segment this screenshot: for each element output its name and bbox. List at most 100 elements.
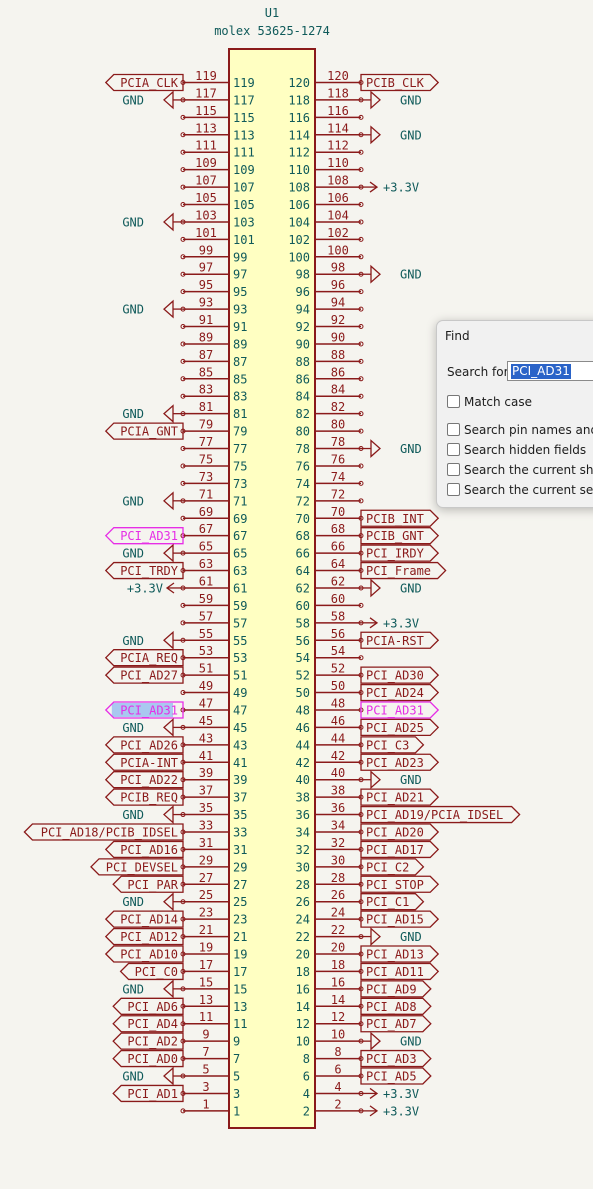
ground-symbol-icon[interactable] [163,892,174,912]
pin-number-outer: 5 [202,1063,209,1077]
pin-number-inner: 98 [296,268,310,282]
pin-number-outer: 92 [331,313,345,327]
pin-number-outer: 116 [327,104,349,118]
pin-number-outer: 68 [331,522,345,536]
pin-number-outer: 75 [199,452,213,466]
ground-label: GND [122,808,144,822]
pin-number-outer: 20 [331,941,345,955]
search-pin-names-option[interactable]: Search pin names and nu [447,423,593,437]
pin-number-inner: 29 [233,860,247,874]
pin-number-outer: 22 [331,923,345,937]
pin-number-outer: 19 [199,941,213,955]
checkbox-icon[interactable] [447,443,460,456]
pin-number-inner: 117 [233,93,255,107]
pin-number-outer: 91 [199,313,213,327]
ground-symbol-icon[interactable] [370,770,381,790]
pin-number-inner: 72 [296,494,310,508]
pin-number-inner: 71 [233,494,247,508]
pin-number-outer: 113 [195,121,217,135]
ground-label: GND [400,581,422,595]
ground-symbol-icon[interactable] [370,90,381,110]
ground-symbol-icon[interactable] [370,264,381,284]
pin-number-inner: 34 [296,825,310,839]
ground-symbol-icon[interactable] [163,491,174,511]
ground-label: GND [122,982,144,996]
pin-number-inner: 59 [233,599,247,613]
find-dialog[interactable]: Find Search for: PCI_AD31 Match case Sea… [436,320,593,508]
match-case-option[interactable]: Match case [447,395,532,409]
power-label: +3.3V [127,581,163,595]
pin-number-inner: 105 [233,198,255,212]
ground-symbol-icon[interactable] [163,299,174,319]
pin-number-outer: 79 [199,418,213,432]
pin-number-inner: 81 [233,407,247,421]
ground-symbol-icon[interactable] [163,630,174,650]
search-hidden-fields-option[interactable]: Search hidden fields [447,443,586,457]
ground-symbol-icon[interactable] [370,439,381,458]
ground-label: GND [400,930,422,944]
pin-number-outer: 69 [199,505,213,519]
ground-symbol-icon[interactable] [370,1031,381,1051]
pin-number-inner: 93 [233,303,247,317]
pin-number-inner: 19 [233,948,247,962]
ground-symbol-icon[interactable] [163,805,174,825]
pin-number-outer: 41 [199,749,213,763]
pin-number-inner: 86 [296,372,310,386]
schematic-canvas[interactable]: U1 molex 53625-1274 119 119PCIA_CLK117 117… [0,0,593,1189]
ground-symbol-icon[interactable] [163,1066,174,1086]
pin-number-outer: 10 [331,1028,345,1042]
pin-number-outer: 31 [199,836,213,850]
pin-number-inner: 91 [233,320,247,334]
search-input[interactable]: PCI_AD31 [507,361,593,381]
net-label-text: PCI_AD20 [366,825,424,839]
ground-label: GND [122,634,144,648]
net-label-text: PCI_AD0 [127,1052,178,1066]
pin-number-outer: 11 [199,1010,213,1024]
pin-number-outer: 21 [199,923,213,937]
ground-symbol-icon[interactable] [163,543,174,563]
pin-number-inner: 4 [303,1087,310,1101]
checkbox-icon[interactable] [447,423,460,436]
pin-number-outer: 78 [331,435,345,449]
search-current-sheet-option[interactable]: Search the current sheet [447,463,593,477]
pin-number-inner: 99 [233,250,247,264]
net-label-text: PCI_TRDY [120,564,179,578]
pin-number-inner: 89 [233,337,247,351]
ground-symbol-icon[interactable] [370,125,381,145]
ground-symbol-icon[interactable] [163,212,174,232]
pin-number-inner: 64 [296,564,310,578]
pin-number-outer: 114 [327,121,349,135]
ground-symbol-icon[interactable] [163,979,174,999]
ground-symbol-icon[interactable] [370,578,381,598]
pin-number-outer: 85 [199,365,213,379]
ground-label: GND [122,93,144,107]
pin-number-outer: 42 [331,749,345,763]
pin-number-inner: 10 [296,1035,310,1049]
pin-number-inner: 118 [288,93,310,107]
search-current-selection-option[interactable]: Search the current selecti [447,483,593,497]
pin-number-inner: 17 [233,965,247,979]
ground-symbol-icon[interactable] [163,717,174,737]
pin-number-outer: 67 [199,522,213,536]
pin-number-outer: 26 [331,888,345,902]
ground-symbol-icon[interactable] [370,927,381,947]
pin-number-inner: 113 [233,128,255,142]
pin-number-inner: 111 [233,146,255,160]
pin-number-outer: 36 [331,801,345,815]
pin-number-inner: 94 [296,303,310,317]
checkbox-icon[interactable] [447,463,460,476]
ground-label: GND [122,215,144,229]
pin-number-outer: 46 [331,714,345,728]
ground-symbol-icon[interactable] [163,90,174,110]
pin-number-outer: 25 [199,888,213,902]
ground-symbol-icon[interactable] [163,404,174,424]
pin-number-inner: 7 [233,1052,240,1066]
search-for-label: Search for: [447,365,513,379]
net-label-text: PCI_PAR [127,878,178,892]
checkbox-icon[interactable] [447,395,460,408]
pin-number-outer: 73 [199,470,213,484]
checkbox-icon[interactable] [447,483,460,496]
pin-number-inner: 62 [296,581,310,595]
pin-number-inner: 15 [233,982,247,996]
pin-number-inner: 11 [233,1017,247,1031]
